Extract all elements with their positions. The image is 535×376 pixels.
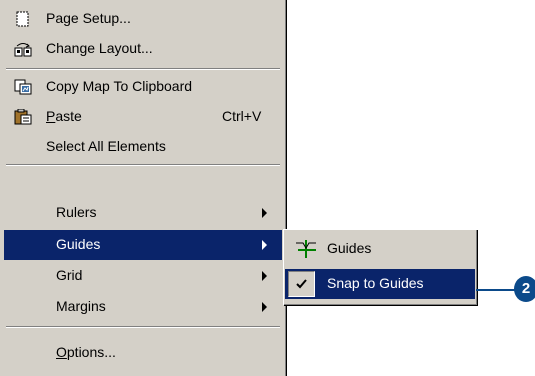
menu-item-label: Page Setup... bbox=[46, 10, 131, 26]
checkbox[interactable] bbox=[288, 271, 315, 297]
guides-submenu: Guides Snap to Guides bbox=[283, 229, 477, 305]
menu-item-select-all-elements[interactable]: Select All Elements bbox=[4, 132, 282, 162]
menu-item-label: Rulers bbox=[56, 204, 97, 220]
copy-map-icon bbox=[14, 79, 32, 95]
submenu-item-label: Snap to Guides bbox=[327, 275, 424, 291]
menu-item-margins[interactable]: Margins bbox=[4, 292, 282, 322]
menu-item-copy-map-to-clipboard[interactable]: Copy Map To Clipboard bbox=[4, 72, 282, 102]
menu-item-label: Select All Elements bbox=[46, 138, 166, 154]
menu-item-label: Margins bbox=[56, 298, 106, 314]
check-icon bbox=[296, 279, 307, 289]
context-menu: Page Setup... Change Layout... Copy Map … bbox=[0, 0, 287, 376]
menu-item-shortcut: Ctrl+V bbox=[222, 108, 262, 124]
menu-item-label: Paste bbox=[46, 108, 82, 124]
submenu-arrow-icon bbox=[262, 208, 267, 218]
menu-separator bbox=[6, 326, 280, 328]
submenu-arrow-icon bbox=[262, 302, 267, 312]
menu-item-page-setup[interactable]: Page Setup... bbox=[4, 4, 282, 34]
page-setup-icon bbox=[14, 11, 32, 27]
change-layout-icon bbox=[14, 41, 32, 57]
menu-item-change-layout[interactable]: Change Layout... bbox=[4, 34, 282, 64]
guides-icon bbox=[295, 240, 317, 258]
menu-item-label: Options... bbox=[56, 344, 116, 360]
menu-item-grid[interactable]: Grid bbox=[4, 261, 282, 291]
paste-icon bbox=[14, 108, 32, 125]
callout-badge: 2 bbox=[514, 276, 535, 302]
submenu-item-label: Guides bbox=[327, 240, 372, 256]
menu-item-label: Copy Map To Clipboard bbox=[46, 78, 193, 94]
menu-separator bbox=[6, 164, 280, 166]
menu-item-label: Guides bbox=[56, 236, 101, 252]
submenu-item-guides[interactable]: Guides bbox=[287, 234, 473, 264]
menu-item-paste[interactable]: Paste Ctrl+V bbox=[4, 102, 282, 132]
menu-item-label: Change Layout... bbox=[46, 40, 153, 56]
submenu-arrow-icon bbox=[262, 240, 267, 250]
callout-line bbox=[476, 289, 518, 291]
submenu-item-snap-to-guides[interactable]: Snap to Guides bbox=[285, 269, 475, 299]
menu-item-guides[interactable]: Guides bbox=[4, 230, 282, 260]
menu-item-options[interactable]: Options... bbox=[4, 338, 282, 368]
menu-item-label: Grid bbox=[56, 267, 83, 283]
menu-item-rulers[interactable]: Rulers bbox=[4, 198, 282, 228]
menu-separator bbox=[6, 68, 280, 70]
submenu-arrow-icon bbox=[262, 271, 267, 281]
